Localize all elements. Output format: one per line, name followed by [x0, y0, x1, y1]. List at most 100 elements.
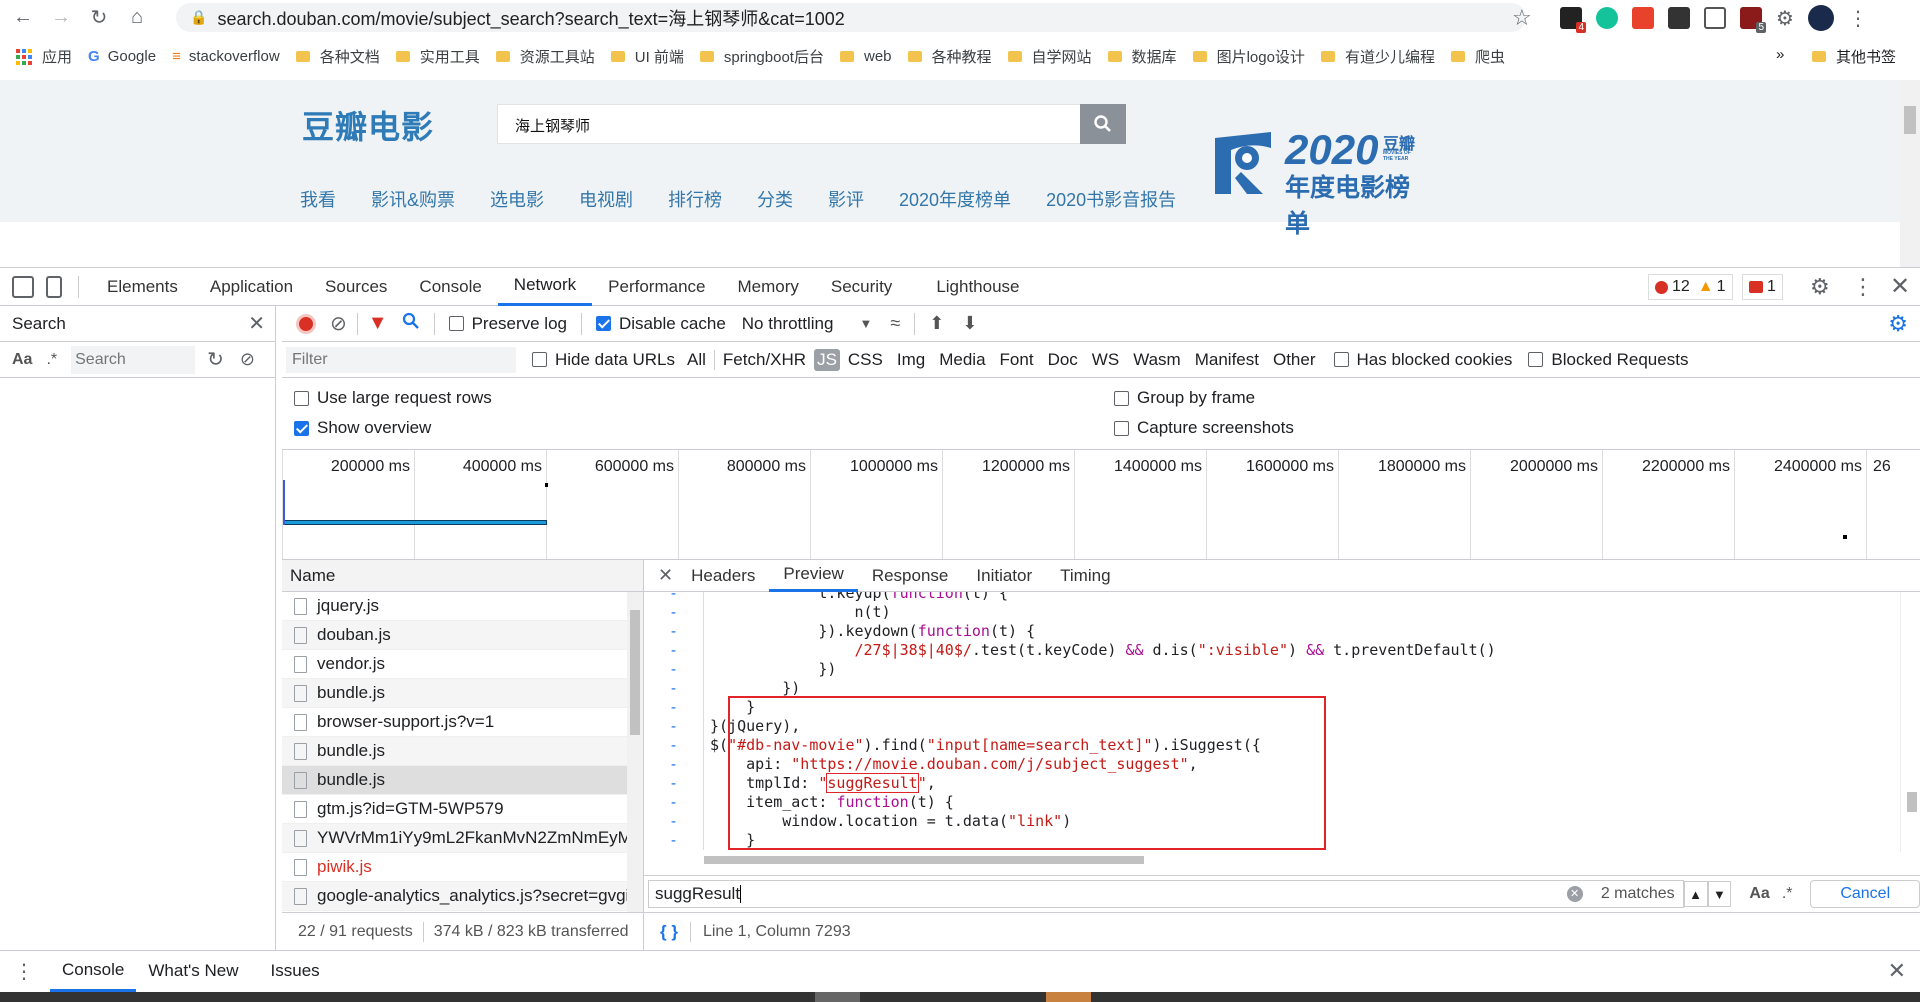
request-row[interactable]: douban.js — [282, 621, 627, 650]
clear-find-icon[interactable]: ✕ — [1566, 886, 1583, 902]
close-preview-icon[interactable]: ✕ — [658, 565, 673, 586]
pretty-print-button[interactable]: { } — [660, 922, 678, 942]
request-row[interactable]: jquery.js — [282, 592, 627, 621]
tab-memory[interactable]: Memory — [721, 268, 814, 306]
find-next-icon[interactable]: ▼ — [1707, 881, 1732, 907]
site-nav-item[interactable]: 影评 — [828, 186, 864, 212]
bookmark-folder[interactable]: 各种教程 — [907, 46, 992, 67]
filter-type-wasm[interactable]: Wasm — [1133, 350, 1181, 370]
bookmark-folder[interactable]: 资源工具站 — [495, 46, 595, 67]
grammarly-icon[interactable] — [1596, 7, 1618, 29]
bookmark-folder[interactable]: 数据库 — [1107, 46, 1177, 67]
bookmark-folder[interactable]: 爬虫 — [1450, 46, 1505, 67]
disable-cache-checkbox[interactable] — [596, 316, 611, 331]
back-icon[interactable]: ← — [8, 3, 38, 33]
tab-preview[interactable]: Preview — [769, 560, 858, 592]
regex-button[interactable]: .* — [46, 351, 57, 369]
chevron-down-icon[interactable]: ▼ — [859, 316, 872, 331]
bookmark-stackoverflow[interactable]: ≡ stackoverflow — [172, 48, 280, 65]
request-row-error[interactable]: piwik.js — [282, 853, 627, 882]
record-icon[interactable] — [296, 313, 316, 334]
issues-counter[interactable]: 1 — [1742, 274, 1783, 300]
site-nav-item[interactable]: 排行榜 — [668, 186, 722, 212]
device-toolbar-icon[interactable] — [46, 275, 62, 298]
request-row[interactable]: YWVrMm1iYy9mL2FkanMvN2ZmNmEyM2 — [282, 824, 627, 853]
error-warning-counter[interactable]: 12 ▲ 1 — [1648, 274, 1733, 300]
close-drawer-icon[interactable]: ✕ — [1888, 958, 1906, 984]
filter-type-js[interactable]: JS — [814, 348, 840, 371]
import-har-icon[interactable]: ⬆ — [929, 313, 944, 334]
filter-type-xhr[interactable]: Fetch/XHR — [723, 350, 806, 370]
tab-elements[interactable]: Elements — [91, 268, 194, 306]
filter-type-other[interactable]: Other — [1273, 350, 1316, 370]
request-row-selected[interactable]: bundle.js — [282, 766, 627, 795]
filter-type-css[interactable]: CSS — [848, 350, 883, 370]
name-column-header[interactable]: Name — [282, 560, 643, 592]
scrollbar-thumb[interactable] — [1904, 106, 1916, 134]
tab-network[interactable]: Network — [497, 268, 593, 306]
search-pane-input[interactable] — [71, 345, 196, 374]
tab-response[interactable]: Response — [858, 560, 963, 592]
blocked-cookies-checkbox[interactable] — [1333, 352, 1349, 367]
filter-type-manifest[interactable]: Manifest — [1195, 350, 1259, 370]
tab-timing[interactable]: Timing — [1046, 560, 1124, 592]
site-nav-item[interactable]: 分类 — [757, 186, 793, 212]
find-previous-icon[interactable]: ▲ — [1683, 881, 1708, 907]
request-row[interactable]: bundle.js — [282, 679, 627, 708]
inspect-element-icon[interactable] — [12, 275, 34, 298]
site-nav-item[interactable]: 2020书影音报告 — [1046, 186, 1176, 212]
drawer-menu-icon[interactable]: ⋮ — [14, 959, 34, 984]
request-row[interactable]: browser-support.js?v=1 — [282, 708, 627, 737]
find-input[interactable]: suggResult ✕ 2 matches — [648, 880, 1684, 908]
menu-icon[interactable]: ⋮ — [1848, 6, 1868, 31]
home-icon[interactable]: ⌂ — [122, 3, 152, 33]
clear-icon[interactable]: ⊘ — [240, 349, 255, 370]
avatar[interactable] — [1807, 5, 1834, 31]
site-nav-item[interactable]: 2020年度榜单 — [899, 186, 1011, 212]
show-overview-checkbox[interactable] — [294, 420, 309, 436]
tab-security[interactable]: Security — [815, 268, 908, 306]
tab-headers[interactable]: Headers — [677, 560, 769, 592]
x-extension-icon[interactable] — [1668, 7, 1690, 29]
page-scrollbar[interactable] — [1900, 80, 1920, 267]
group-by-frame-checkbox[interactable] — [1114, 390, 1129, 406]
match-case-button[interactable]: Aa — [12, 351, 32, 369]
bookmark-folder[interactable]: 自学网站 — [1007, 46, 1092, 67]
scrollbar-thumb[interactable] — [630, 610, 640, 735]
search-icon[interactable] — [402, 312, 420, 335]
more-options-icon[interactable]: ⋮ — [1852, 274, 1874, 300]
request-row[interactable]: vendor.js — [282, 650, 627, 679]
annual-movie-list-banner[interactable]: 2020 豆瓣 MOVIES OF THE YEAR 年度电影榜单 — [1211, 126, 1421, 238]
bookmark-folder[interactable]: UI 前端 — [610, 46, 684, 67]
code-horizontal-scrollbar[interactable] — [704, 854, 1904, 866]
export-har-icon[interactable]: ⬇ — [962, 313, 977, 334]
site-nav-item[interactable]: 电视剧 — [579, 186, 633, 212]
site-search-button[interactable] — [1080, 104, 1126, 144]
request-list-scrollbar[interactable] — [627, 592, 643, 912]
puzzle-icon[interactable]: ⚙ — [1776, 6, 1794, 31]
forward-icon[interactable]: → — [46, 3, 76, 33]
request-row[interactable]: bundle.js — [282, 737, 627, 766]
other-bookmarks[interactable]: 其他书签 — [1812, 46, 1896, 67]
bookmark-folder[interactable]: 有道少儿编程 — [1320, 46, 1435, 67]
tab-lighthouse[interactable]: Lighthouse — [920, 268, 1035, 306]
document-extension-icon[interactable] — [1704, 7, 1726, 29]
capture-screenshots-checkbox[interactable] — [1114, 420, 1129, 436]
filter-input[interactable] — [286, 346, 516, 373]
filter-type-ws[interactable]: WS — [1092, 350, 1119, 370]
blocked-requests-checkbox[interactable] — [1528, 352, 1544, 367]
preserve-log-checkbox[interactable] — [448, 316, 464, 331]
filter-type-img[interactable]: Img — [897, 350, 925, 370]
filter-type-media[interactable]: Media — [939, 350, 985, 370]
bookmark-folder[interactable]: 图片logo设计 — [1192, 46, 1305, 67]
bookmark-folder[interactable]: 各种文档 — [295, 46, 380, 67]
request-row[interactable]: google-analytics_analytics.js?secret=gvg… — [282, 882, 627, 911]
bookmark-folder[interactable]: 实用工具 — [395, 46, 480, 67]
bookmark-google[interactable]: G Google — [88, 48, 156, 65]
site-nav-item[interactable]: 影讯&购票 — [371, 186, 455, 212]
find-cancel-button[interactable]: Cancel — [1810, 880, 1920, 908]
settings-gear-icon[interactable]: ⚙ — [1810, 274, 1830, 300]
tab-sources[interactable]: Sources — [309, 268, 403, 306]
clear-log-icon[interactable]: ⊘ — [330, 311, 347, 336]
filter-type-doc[interactable]: Doc — [1048, 350, 1078, 370]
